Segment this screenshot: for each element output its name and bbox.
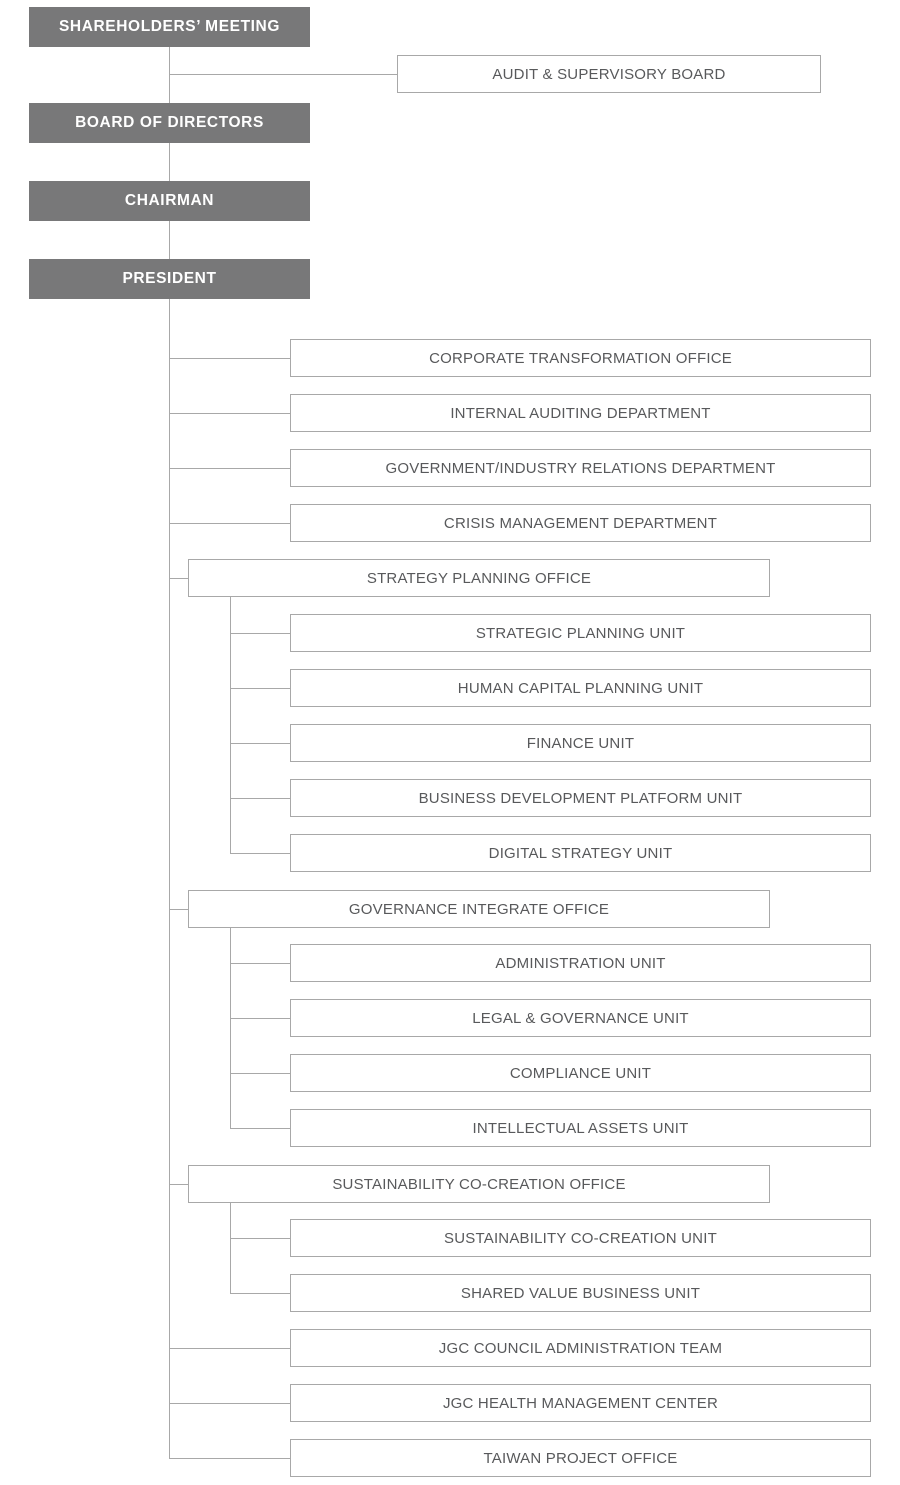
connector-office-1-unit-0 — [230, 963, 290, 964]
connector-office-0-unit-3 — [230, 798, 290, 799]
connector-department-2 — [169, 468, 290, 469]
sub-spine-strategy-planning — [230, 597, 231, 853]
box-office-0-unit-4: DIGITAL STRATEGY UNIT — [290, 834, 871, 872]
label-office-1-unit-1: LEGAL & GOVERNANCE UNIT — [472, 1009, 689, 1027]
label-office-1-unit-3: INTELLECTUAL ASSETS UNIT — [472, 1119, 689, 1137]
exec-label-chairman: CHAIRMAN — [124, 192, 215, 209]
main-spine — [169, 299, 170, 1458]
label-team-0: JGC COUNCIL ADMINISTRATION TEAM — [438, 1339, 723, 1357]
connector-shareholders-to-board — [169, 47, 170, 103]
box-office-1-unit-2: COMPLIANCE UNIT — [290, 1054, 871, 1092]
connector-department-1 — [169, 413, 290, 414]
box-audit-supervisory-board: AUDIT & SUPERVISORY BOARD — [397, 55, 821, 93]
label-department-1: INTERNAL AUDITING DEPARTMENT — [450, 404, 711, 422]
connector-chairman-to-president — [169, 221, 170, 259]
org-chart: SHAREHOLDERS’ MEETING BOARD OF DIRECTORS… — [0, 0, 900, 1485]
sub-spine-sustainability — [230, 1203, 231, 1293]
exec-box-shareholders-meeting: SHAREHOLDERS’ MEETING — [29, 7, 310, 47]
exec-box-president: PRESIDENT — [29, 259, 310, 299]
connector-department-0 — [169, 358, 290, 359]
box-office-0-unit-1: HUMAN CAPITAL PLANNING UNIT — [290, 669, 871, 707]
connector-office-2-unit-0 — [230, 1238, 290, 1239]
box-team-1: JGC HEALTH MANAGEMENT CENTER — [290, 1384, 871, 1422]
box-team-2: TAIWAN PROJECT OFFICE — [290, 1439, 871, 1477]
label-office-2: SUSTAINABILITY CO-CREATION OFFICE — [332, 1175, 626, 1193]
label-office-2-unit-1: SHARED VALUE BUSINESS UNIT — [460, 1284, 701, 1302]
connector-office-1-unit-3 — [230, 1128, 290, 1129]
box-office-2-unit-1: SHARED VALUE BUSINESS UNIT — [290, 1274, 871, 1312]
box-office-2-unit-0: SUSTAINABILITY CO-CREATION UNIT — [290, 1219, 871, 1257]
label-office-0-unit-4: DIGITAL STRATEGY UNIT — [488, 844, 673, 862]
connector-board-to-chairman — [169, 143, 170, 181]
box-department-1: INTERNAL AUDITING DEPARTMENT — [290, 394, 871, 432]
box-office-0-unit-3: BUSINESS DEVELOPMENT PLATFORM UNIT — [290, 779, 871, 817]
label-team-2: TAIWAN PROJECT OFFICE — [483, 1449, 678, 1467]
box-office-1-unit-0: ADMINISTRATION UNIT — [290, 944, 871, 982]
label-office-0-unit-1: HUMAN CAPITAL PLANNING UNIT — [457, 679, 704, 697]
label-office-0-unit-0: STRATEGIC PLANNING UNIT — [475, 624, 686, 642]
box-office-1-unit-3: INTELLECTUAL ASSETS UNIT — [290, 1109, 871, 1147]
box-department-3: CRISIS MANAGEMENT DEPARTMENT — [290, 504, 871, 542]
label-office-1-unit-0: ADMINISTRATION UNIT — [495, 954, 666, 972]
connector-office-0-unit-2 — [230, 743, 290, 744]
connector-office-1-unit-2 — [230, 1073, 290, 1074]
connector-office-0-unit-1 — [230, 688, 290, 689]
exec-box-board-of-directors: BOARD OF DIRECTORS — [29, 103, 310, 143]
label-office-2-unit-0: SUSTAINABILITY CO-CREATION UNIT — [444, 1229, 717, 1247]
connector-office-2-unit-1 — [230, 1293, 290, 1294]
box-office-0-unit-0: STRATEGIC PLANNING UNIT — [290, 614, 871, 652]
label-department-0: CORPORATE TRANSFORMATION OFFICE — [429, 349, 732, 367]
label-audit-supervisory-board: AUDIT & SUPERVISORY BOARD — [492, 65, 726, 83]
label-team-1: JGC HEALTH MANAGEMENT CENTER — [442, 1394, 719, 1412]
exec-label-board-of-directors: BOARD OF DIRECTORS — [75, 114, 264, 131]
box-office-0-unit-2: FINANCE UNIT — [290, 724, 871, 762]
label-department-3: CRISIS MANAGEMENT DEPARTMENT — [443, 514, 718, 532]
label-office-1: GOVERNANCE INTEGRATE OFFICE — [348, 900, 610, 918]
sub-spine-governance-integrate — [230, 928, 231, 1128]
exec-label-president: PRESIDENT — [122, 270, 217, 287]
label-department-2: GOVERNMENT/INDUSTRY RELATIONS DEPARTMENT — [385, 459, 776, 477]
label-office-0: STRATEGY PLANNING OFFICE — [366, 569, 592, 587]
box-office-1-unit-1: LEGAL & GOVERNANCE UNIT — [290, 999, 871, 1037]
connector-team-2 — [169, 1458, 290, 1459]
connector-office-0-unit-4 — [230, 853, 290, 854]
box-team-0: JGC COUNCIL ADMINISTRATION TEAM — [290, 1329, 871, 1367]
exec-box-chairman: CHAIRMAN — [29, 181, 310, 221]
connector-department-3 — [169, 523, 290, 524]
label-office-0-unit-2: FINANCE UNIT — [526, 734, 635, 752]
connector-team-0 — [169, 1348, 290, 1349]
connector-team-1 — [169, 1403, 290, 1404]
connector-office-2 — [169, 1184, 188, 1185]
box-office-2: SUSTAINABILITY CO-CREATION OFFICE — [188, 1165, 770, 1203]
box-office-0: STRATEGY PLANNING OFFICE — [188, 559, 770, 597]
box-department-2: GOVERNMENT/INDUSTRY RELATIONS DEPARTMENT — [290, 449, 871, 487]
connector-office-0 — [169, 578, 188, 579]
label-office-1-unit-2: COMPLIANCE UNIT — [509, 1064, 652, 1082]
label-office-0-unit-3: BUSINESS DEVELOPMENT PLATFORM UNIT — [418, 789, 743, 807]
box-office-1: GOVERNANCE INTEGRATE OFFICE — [188, 890, 770, 928]
connector-office-1-unit-1 — [230, 1018, 290, 1019]
connector-office-1 — [169, 909, 188, 910]
connector-office-0-unit-0 — [230, 633, 290, 634]
connector-to-audit-board — [169, 74, 397, 75]
box-department-0: CORPORATE TRANSFORMATION OFFICE — [290, 339, 871, 377]
exec-label-shareholders-meeting: SHAREHOLDERS’ MEETING — [58, 18, 280, 35]
